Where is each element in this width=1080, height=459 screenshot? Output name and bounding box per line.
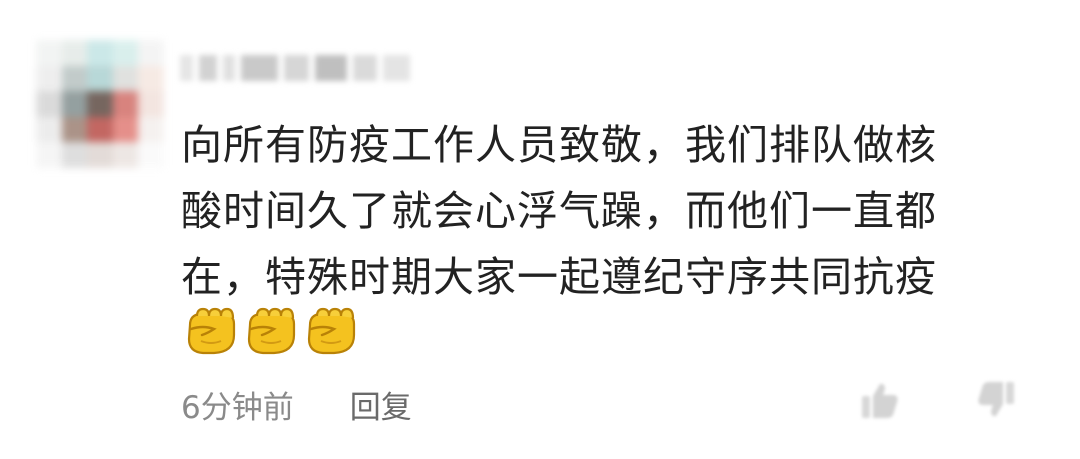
username-redacted[interactable] — [180, 48, 410, 88]
fist-emoji-icon — [247, 307, 296, 355]
fist-emoji-icon — [307, 307, 356, 355]
thumbs-up-icon[interactable] — [856, 376, 904, 424]
emoji-row — [181, 300, 359, 358]
reply-button[interactable]: 回复 — [350, 382, 412, 427]
comment-meta: 6分钟前 回复 — [181, 382, 412, 427]
avatar[interactable] — [36, 40, 164, 168]
thumbs-down-icon[interactable] — [972, 376, 1020, 424]
timestamp: 6分钟前 — [181, 390, 294, 426]
comment-text: 向所有防疫工作人员致敬，我们排队做核 酸时间久了就会心浮气躁，而他们一直都 在，… — [181, 121, 937, 301]
fist-emoji-icon — [187, 307, 236, 355]
